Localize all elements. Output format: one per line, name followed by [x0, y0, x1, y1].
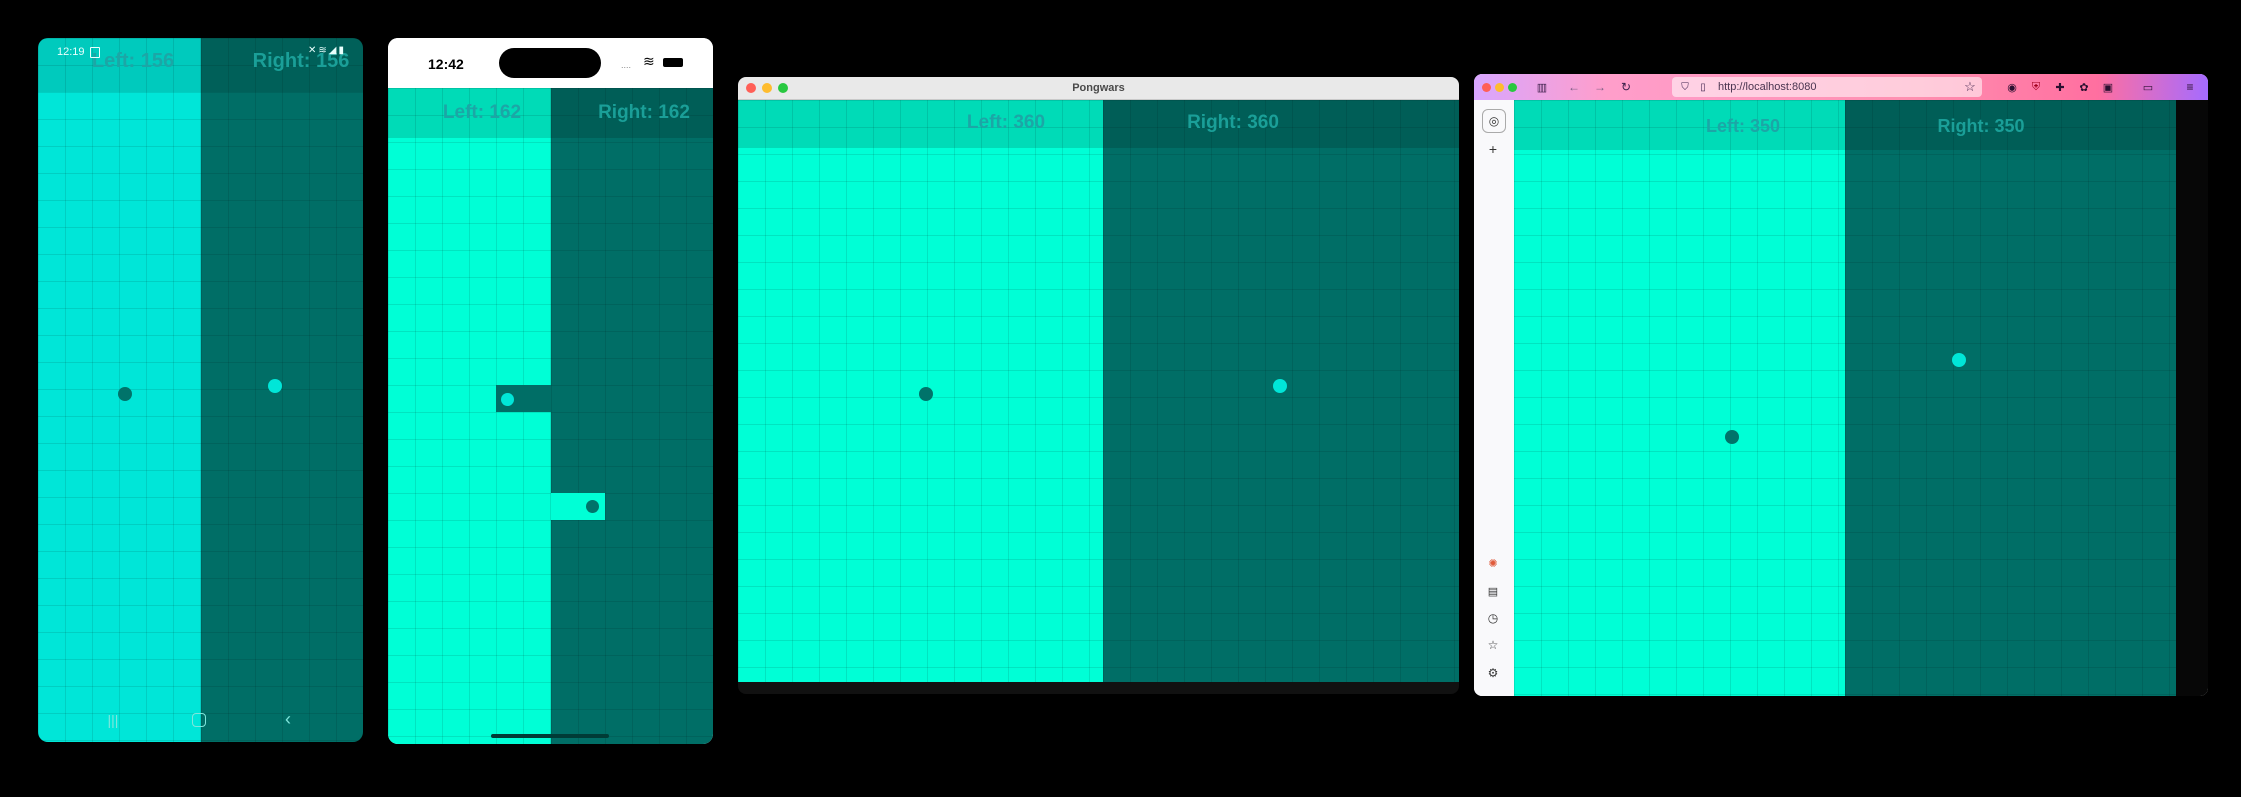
bookmark-icon[interactable]: ☆ [1484, 636, 1502, 654]
left-territory [388, 88, 551, 744]
url-text[interactable]: http://localhost:8080 [1718, 81, 1816, 93]
puzzle-icon[interactable]: ✚ [2052, 79, 2068, 95]
left-score: Left: 162 [442, 102, 522, 123]
extension-icon[interactable]: ◉ [2004, 79, 2020, 95]
forward-icon[interactable]: → [1592, 79, 1608, 95]
left-territory [1514, 100, 1845, 696]
menu-icon[interactable]: ≡ [2182, 79, 2198, 95]
iphone: 12:42 .... ≋ Left: 162 Right: 162 [388, 38, 713, 744]
back-icon[interactable]: ← [1566, 79, 1582, 95]
zoom-button[interactable] [1508, 83, 1517, 92]
dynamic-island [499, 48, 601, 78]
tabs-icon[interactable]: ▭ [2140, 79, 2156, 95]
recents-icon[interactable]: ||| [98, 710, 128, 730]
browser-window: ▥ ← → ↻ ⛉ ▯ http://localhost:8080 ☆ ◉ ⛨ … [1474, 74, 2208, 696]
settings-icon[interactable]: ⚙ [1484, 664, 1502, 682]
right-territory [551, 88, 713, 744]
sim-card-icon [90, 47, 100, 58]
sidebar-toggle-icon[interactable]: ▥ [1534, 79, 1550, 95]
battery-icon [663, 58, 683, 67]
back-icon[interactable]: ‹ [278, 709, 298, 729]
minimize-button[interactable] [1495, 83, 1504, 92]
right-territory [1845, 100, 2176, 696]
battery-icon: ▮ [338, 45, 346, 56]
night-ball [1952, 353, 1966, 367]
browser-sidebar [1474, 100, 1515, 696]
status-icons: ✕≋◢▮ [308, 45, 346, 56]
day-ball [1725, 430, 1739, 444]
shield-icon[interactable]: ⛉ [1678, 80, 1692, 94]
screenshot-icon[interactable]: ▤ [1484, 582, 1502, 600]
wifi-icon: ≋ [318, 45, 329, 56]
mac-app-window: Pongwars Left: 360 Right: 360 [738, 77, 1459, 694]
reload-icon[interactable]: ↻ [1618, 79, 1634, 95]
palette-icon[interactable]: ✿ [2076, 79, 2092, 95]
extension-icon[interactable]: ✺ [1484, 554, 1502, 572]
night-ball [1273, 379, 1287, 393]
wifi-icon: ≋ [643, 53, 655, 69]
right-score: Right: 350 [1937, 116, 2025, 136]
ublock-icon[interactable]: ⛨ [2028, 79, 2044, 95]
day-ball [586, 500, 599, 513]
bookmark-star-icon[interactable]: ☆ [1962, 79, 1978, 95]
close-button[interactable] [1482, 83, 1491, 92]
history-icon[interactable]: ◷ [1484, 609, 1502, 627]
right-score: Right: 360 [1187, 112, 1279, 133]
mute-icon: ✕ [308, 45, 319, 56]
night-ball [501, 393, 514, 406]
status-time: 12:19 [57, 46, 85, 58]
screenshot-collage: { "android": { "status_time": "12:19", "… [0, 0, 2241, 797]
signal-icon: .... [621, 60, 632, 70]
page-edge [2176, 100, 2208, 696]
night-ball [268, 379, 282, 393]
home-indicator [491, 734, 609, 738]
status-time: 12:42 [428, 56, 464, 72]
window-title: Pongwars [1072, 82, 1125, 94]
home-icon[interactable] [192, 713, 206, 727]
day-ball [919, 387, 933, 401]
plus-icon[interactable]: + [1484, 140, 1502, 158]
page-icon: ▯ [1700, 81, 1706, 93]
globe-icon[interactable]: ◎ [1482, 109, 1506, 133]
lock-icon[interactable]: ▣ [2100, 79, 2116, 95]
day-ball [118, 387, 132, 401]
right-territory [201, 38, 363, 742]
right-score: Right: 162 [598, 102, 690, 123]
android-phone: Left: 156 Right: 156 12:19 ✕≋◢▮ ||| ‹ [38, 38, 363, 742]
